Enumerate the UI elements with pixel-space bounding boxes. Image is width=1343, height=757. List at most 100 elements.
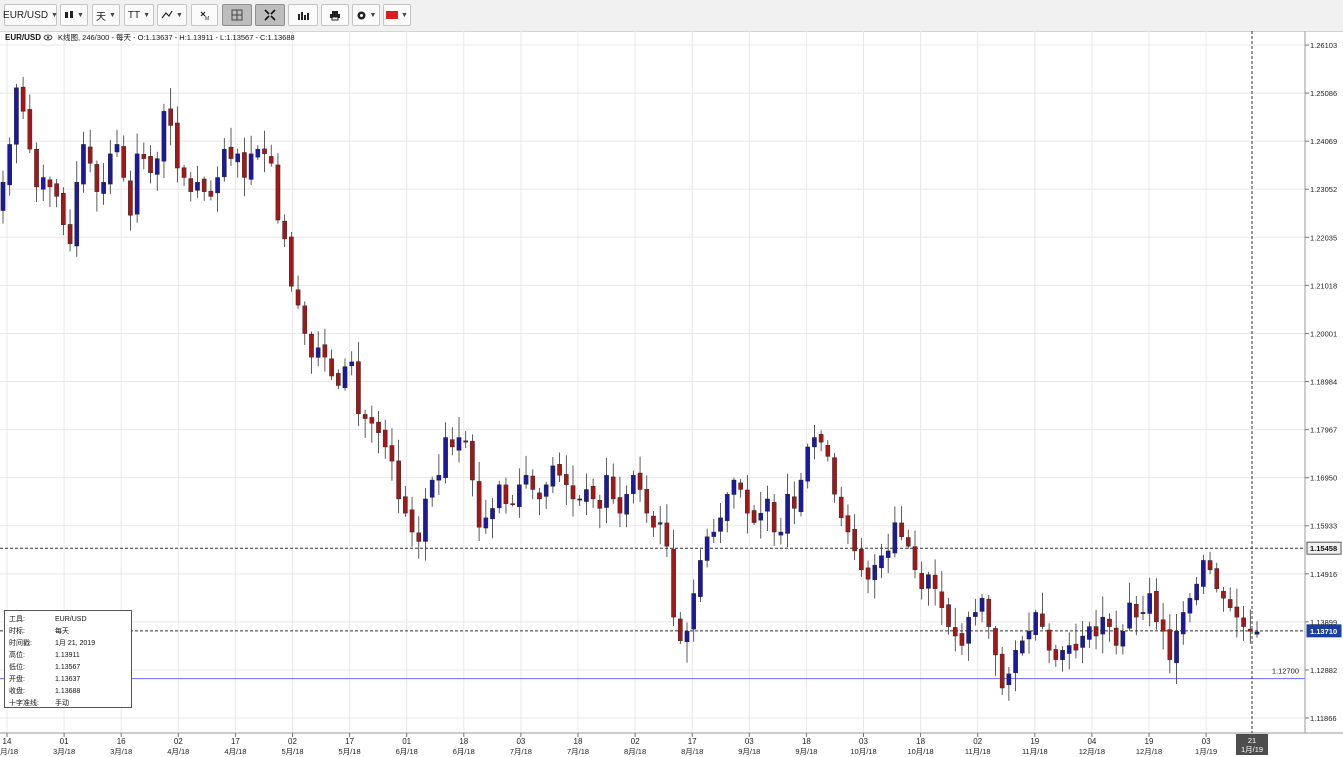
fullscreen-icon xyxy=(264,9,276,21)
candle-body xyxy=(148,155,153,173)
candle-body xyxy=(121,146,127,178)
x-tick-month: 6月/18 xyxy=(396,747,418,756)
candle xyxy=(242,137,247,197)
candle-body xyxy=(899,522,904,537)
candle xyxy=(1160,603,1166,650)
x-tick-day: 02 xyxy=(288,737,297,746)
candle xyxy=(289,231,294,292)
candle xyxy=(584,473,589,516)
candle xyxy=(946,597,951,635)
candle xyxy=(812,425,817,460)
candle-body xyxy=(262,148,267,155)
candle xyxy=(342,358,348,391)
candle-body xyxy=(87,146,93,164)
x-tick-day: 17 xyxy=(231,737,240,746)
x-tick-day: 14 xyxy=(3,737,12,746)
candle-body xyxy=(423,498,428,542)
candle xyxy=(684,622,690,663)
candle-body xyxy=(1194,583,1199,601)
drawing-tools-button[interactable]: ▼ xyxy=(157,4,187,26)
candle xyxy=(624,485,629,528)
candle xyxy=(188,172,194,202)
candle xyxy=(436,454,442,496)
candle xyxy=(1221,587,1226,612)
candle-body xyxy=(1046,629,1052,651)
candle xyxy=(315,331,321,367)
candle xyxy=(423,488,428,561)
candle xyxy=(1113,610,1119,655)
candle xyxy=(1120,624,1126,655)
candle xyxy=(476,461,482,542)
text-tool-button[interactable]: TT ▼ xyxy=(124,4,154,26)
info-value: 1.13688 xyxy=(55,688,81,695)
info-value: 每天 xyxy=(55,628,69,635)
candle-body xyxy=(161,111,167,162)
symbol-selector[interactable]: EUR/USD ▼ xyxy=(3,4,58,26)
candle-body xyxy=(309,333,314,358)
candle xyxy=(409,496,415,547)
candle xyxy=(1026,612,1032,654)
candle-body xyxy=(724,494,730,521)
candlestick-chart[interactable]: 1.15458 1.13710 1.12700 1.26103 1.25086 1.24… xyxy=(0,31,1343,757)
y-tick-label: 1.17967 xyxy=(1310,426,1337,435)
candle-body xyxy=(905,537,911,547)
candle-body xyxy=(986,598,992,627)
candle xyxy=(20,76,26,120)
language-button[interactable]: ▼ xyxy=(383,4,411,26)
candle xyxy=(1194,577,1199,606)
volume-button[interactable] xyxy=(288,4,318,26)
candle-body xyxy=(543,484,549,497)
info-row: 收盘: 1.13688 xyxy=(9,686,127,698)
candle xyxy=(698,549,703,602)
fullscreen-button[interactable] xyxy=(255,4,285,26)
candle-body xyxy=(631,475,636,494)
candle xyxy=(1254,621,1260,638)
candle-body xyxy=(1019,640,1025,654)
y-tick-label: 1.12882 xyxy=(1310,666,1337,675)
candle-body xyxy=(443,437,448,478)
chart-type-button[interactable]: ▼ xyxy=(60,4,88,26)
print-button[interactable] xyxy=(321,4,349,26)
candle-body xyxy=(181,167,187,178)
candle xyxy=(865,560,871,594)
candle-body xyxy=(939,591,945,608)
candle-body xyxy=(416,532,422,542)
x-tick-month: 1月/19 xyxy=(1195,747,1217,756)
candle-body xyxy=(664,522,670,547)
candle-body xyxy=(0,182,6,211)
candle xyxy=(771,494,777,547)
candle xyxy=(905,529,911,549)
info-value: 1月 21, 2019 xyxy=(55,640,96,647)
eye-icon[interactable] xyxy=(43,34,53,41)
candle xyxy=(376,411,381,454)
candle-body xyxy=(952,627,958,637)
candle xyxy=(1019,635,1025,656)
candle xyxy=(201,176,207,201)
candle-body xyxy=(926,574,931,589)
settings-button[interactable]: ▼ xyxy=(352,4,380,26)
x-tick-day: 01 xyxy=(402,737,411,746)
candle-body xyxy=(758,512,764,521)
candle xyxy=(899,506,904,541)
candle xyxy=(1167,614,1173,674)
candle-body xyxy=(671,548,676,618)
candle-body xyxy=(657,522,663,525)
candle-body xyxy=(221,148,227,178)
candle-body xyxy=(389,445,395,462)
candle-body xyxy=(342,366,348,388)
candle-body xyxy=(745,489,750,514)
grid-button[interactable] xyxy=(222,4,252,26)
candle-body xyxy=(825,444,831,457)
candle xyxy=(671,529,676,627)
crosshair-date-month: 1月/19 xyxy=(1241,745,1263,754)
candle xyxy=(1066,632,1072,670)
grid-icon xyxy=(231,9,243,21)
indicators-button[interactable]: M xyxy=(191,4,218,26)
y-tick-label: 1.23052 xyxy=(1310,185,1337,194)
period-button[interactable]: 天 ▼ xyxy=(92,4,120,26)
price-lines: 1.15458 1.13710 1.12700 xyxy=(0,541,1342,680)
info-key: 收盘: xyxy=(9,688,25,695)
candle xyxy=(470,434,475,497)
candle-body xyxy=(94,164,100,192)
x-tick-day: 03 xyxy=(859,737,868,746)
